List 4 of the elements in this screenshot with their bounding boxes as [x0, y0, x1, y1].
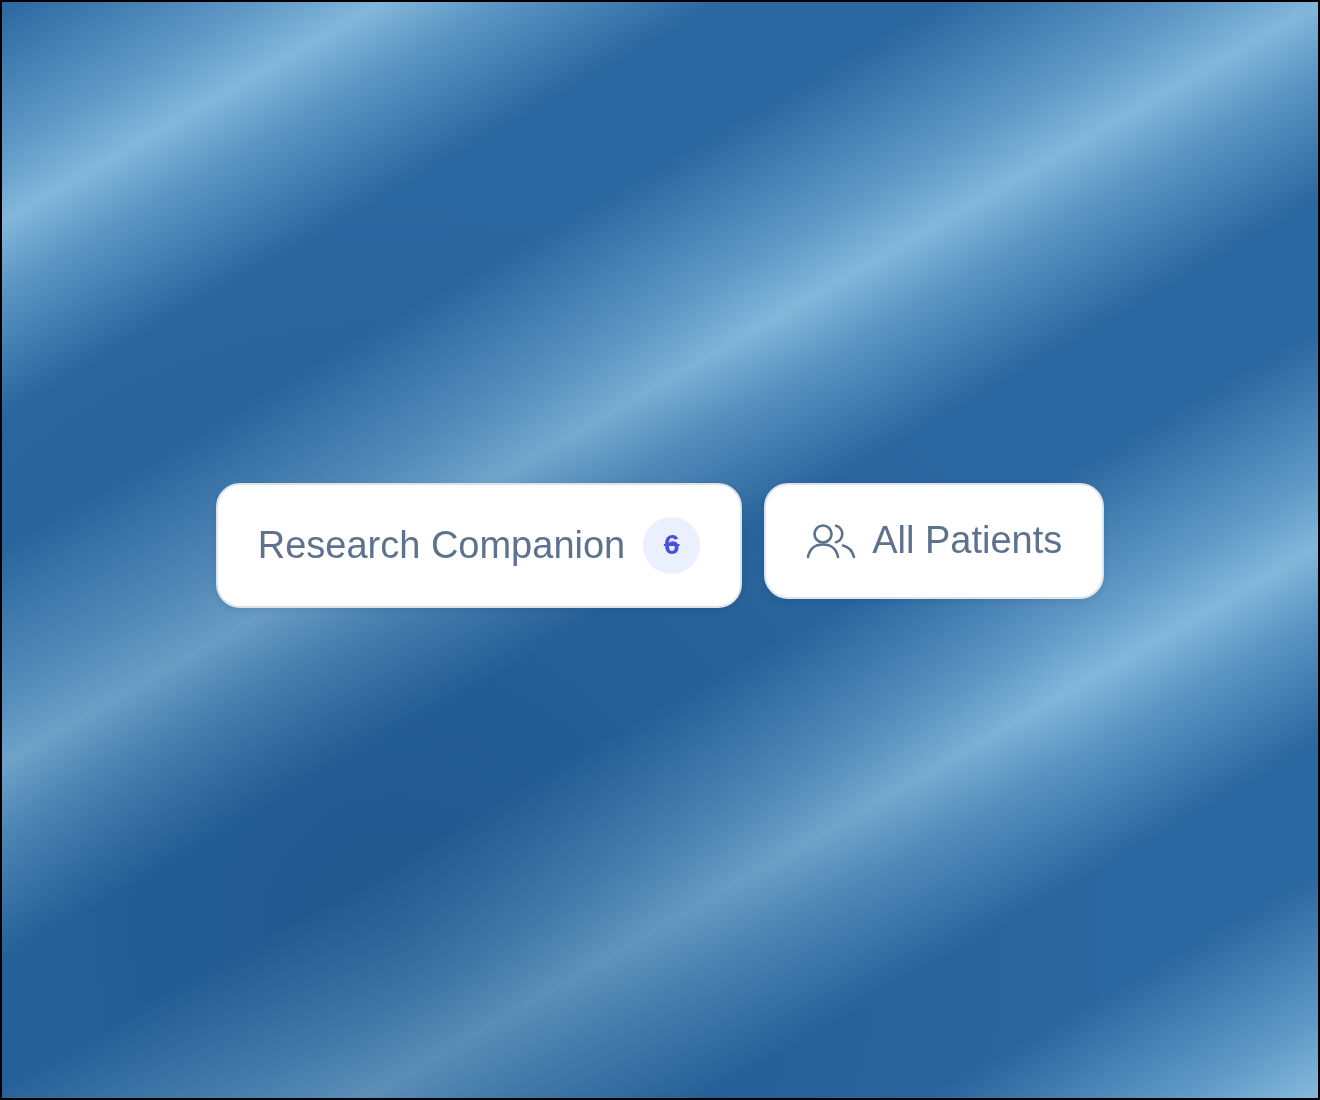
- tab-button[interactable]: All Patients: [764, 482, 1105, 599]
- count-badge: 6: [643, 516, 701, 574]
- users-icon: [806, 522, 857, 559]
- tab-button[interactable]: Research Companion 6: [215, 482, 743, 608]
